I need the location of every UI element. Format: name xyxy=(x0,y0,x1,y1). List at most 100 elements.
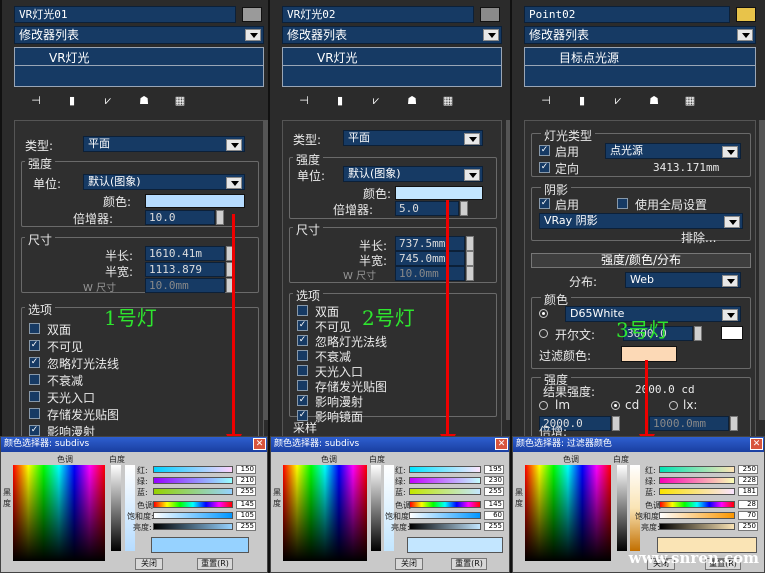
hue-slider[interactable] xyxy=(409,501,481,508)
lx-radio[interactable] xyxy=(669,401,678,410)
stack-item[interactable]: VR灯光 xyxy=(49,49,90,66)
stack-item[interactable]: VR灯光 xyxy=(317,49,358,66)
make-unique-icon[interactable]: ⩗ xyxy=(100,95,116,107)
w-size-spinner[interactable] xyxy=(466,266,474,281)
lm-radio[interactable] xyxy=(539,401,548,410)
half-length-spinner[interactable] xyxy=(466,236,474,251)
shadow-enable-checkbox[interactable]: ✓ xyxy=(539,198,550,209)
light-color-swatch[interactable] xyxy=(395,186,483,200)
red-value[interactable]: 150 xyxy=(236,465,256,474)
close-icon[interactable]: ✕ xyxy=(750,438,763,450)
pin-stack-icon[interactable]: ⊣ xyxy=(538,95,554,107)
saturation-slider[interactable] xyxy=(659,512,735,519)
whiteness-bar[interactable] xyxy=(371,465,381,551)
green-slider[interactable] xyxy=(153,477,233,484)
saturation-slider[interactable] xyxy=(153,512,233,519)
reset-button[interactable]: 重置(R) xyxy=(197,558,233,570)
type-dropdown[interactable]: 平面 xyxy=(343,130,483,146)
value-bar[interactable] xyxy=(125,465,135,551)
object-color-swatch[interactable] xyxy=(480,7,500,22)
blue-slider[interactable] xyxy=(153,488,233,495)
light-type-dropdown[interactable]: 点光源 xyxy=(605,143,741,159)
close-icon[interactable]: ✕ xyxy=(253,438,266,450)
object-name-field[interactable]: VR灯光01 xyxy=(14,6,236,23)
red-value[interactable]: 250 xyxy=(738,465,758,474)
saturation-value[interactable]: 105 xyxy=(236,511,256,520)
brightness-value[interactable]: 255 xyxy=(236,522,256,531)
red-slider[interactable] xyxy=(409,466,481,473)
object-color-swatch[interactable] xyxy=(736,7,756,22)
close-button[interactable]: 关闭 xyxy=(135,558,163,570)
option-checkbox[interactable] xyxy=(297,350,308,361)
directional-checkbox[interactable]: ✓ xyxy=(539,162,550,173)
multiplier-field[interactable]: 5.0 xyxy=(395,201,459,216)
option-checkbox[interactable]: ✓ xyxy=(297,335,308,346)
option-checkbox[interactable] xyxy=(297,305,308,316)
hue-picker[interactable] xyxy=(13,465,105,561)
remove-modifier-icon[interactable]: ☗ xyxy=(404,95,420,107)
hue-picker[interactable] xyxy=(283,465,367,561)
blue-value[interactable]: 255 xyxy=(484,487,504,496)
filter-color-swatch[interactable] xyxy=(621,346,677,362)
option-checkbox[interactable] xyxy=(297,365,308,376)
brightness-value[interactable]: 255 xyxy=(484,522,504,531)
blue-slider[interactable] xyxy=(409,488,481,495)
close-button[interactable]: 关闭 xyxy=(395,558,423,570)
reset-button[interactable]: 重置(R) xyxy=(451,558,487,570)
option-checkbox[interactable]: ✓ xyxy=(297,395,308,406)
close-icon[interactable]: ✕ xyxy=(495,438,508,450)
multiplier-spinner[interactable] xyxy=(216,210,224,225)
option-checkbox[interactable] xyxy=(29,408,40,419)
kelvin-radio[interactable] xyxy=(539,329,548,338)
configure-sets-icon[interactable]: ▦ xyxy=(172,95,188,107)
multiplier-field[interactable]: 10.0 xyxy=(145,210,215,225)
global-settings-checkbox[interactable] xyxy=(617,198,628,209)
w-size-field[interactable]: 10.0mm xyxy=(145,278,225,293)
remove-modifier-icon[interactable]: ☗ xyxy=(646,95,662,107)
distribution-section-header[interactable]: 强度/颜色/分布 xyxy=(531,253,751,268)
blue-slider[interactable] xyxy=(659,488,735,495)
cd-radio[interactable] xyxy=(611,401,620,410)
configure-sets-icon[interactable]: ▦ xyxy=(682,95,698,107)
value-bar[interactable] xyxy=(384,465,394,551)
option-checkbox[interactable]: ✓ xyxy=(29,425,40,436)
modifier-list-dropdown[interactable]: 修改器列表 xyxy=(524,26,756,44)
brightness-slider[interactable] xyxy=(153,523,233,530)
scrollbar[interactable] xyxy=(759,120,765,420)
exclude-button[interactable]: 排除... xyxy=(681,229,716,246)
show-end-result-icon[interactable]: ▮ xyxy=(574,95,590,107)
configure-sets-icon[interactable]: ▦ xyxy=(440,95,456,107)
whiteness-bar[interactable] xyxy=(111,465,121,551)
option-checkbox[interactable]: ✓ xyxy=(29,340,40,351)
red-slider[interactable] xyxy=(153,466,233,473)
green-slider[interactable] xyxy=(409,477,481,484)
intensity-spinner[interactable] xyxy=(612,416,620,431)
value-bar[interactable] xyxy=(630,465,640,551)
option-checkbox[interactable] xyxy=(297,380,308,391)
pin-stack-icon[interactable]: ⊣ xyxy=(28,95,44,107)
light-enable-checkbox[interactable]: ✓ xyxy=(539,145,550,156)
hue-slider[interactable] xyxy=(659,501,735,508)
type-dropdown[interactable]: 平面 xyxy=(83,136,245,152)
saturation-value[interactable]: 60 xyxy=(484,511,504,520)
light-color-swatch[interactable] xyxy=(145,194,245,208)
saturation-value[interactable]: 70 xyxy=(738,511,758,520)
hue-value[interactable]: 28 xyxy=(738,500,758,509)
object-name-field[interactable]: VR灯光02 xyxy=(282,6,474,23)
object-color-swatch[interactable] xyxy=(242,7,262,22)
option-checkbox[interactable] xyxy=(29,391,40,402)
stack-item[interactable]: 目标点光源 xyxy=(559,49,619,66)
modifier-stack[interactable]: VR灯光 xyxy=(282,47,502,87)
lx-distance-field[interactable]: 1000.0mm xyxy=(649,416,729,431)
distribution-dropdown[interactable]: Web xyxy=(625,272,741,288)
modifier-stack[interactable]: VR灯光 xyxy=(14,47,264,87)
half-width-field[interactable]: 745.0mm xyxy=(395,251,465,266)
object-name-field[interactable]: Point02 xyxy=(524,6,730,23)
green-value[interactable]: 230 xyxy=(484,476,504,485)
red-value[interactable]: 195 xyxy=(484,465,504,474)
show-end-result-icon[interactable]: ▮ xyxy=(332,95,348,107)
option-checkbox[interactable] xyxy=(29,374,40,385)
hue-value[interactable]: 145 xyxy=(484,500,504,509)
red-slider[interactable] xyxy=(659,466,735,473)
saturation-slider[interactable] xyxy=(409,512,481,519)
